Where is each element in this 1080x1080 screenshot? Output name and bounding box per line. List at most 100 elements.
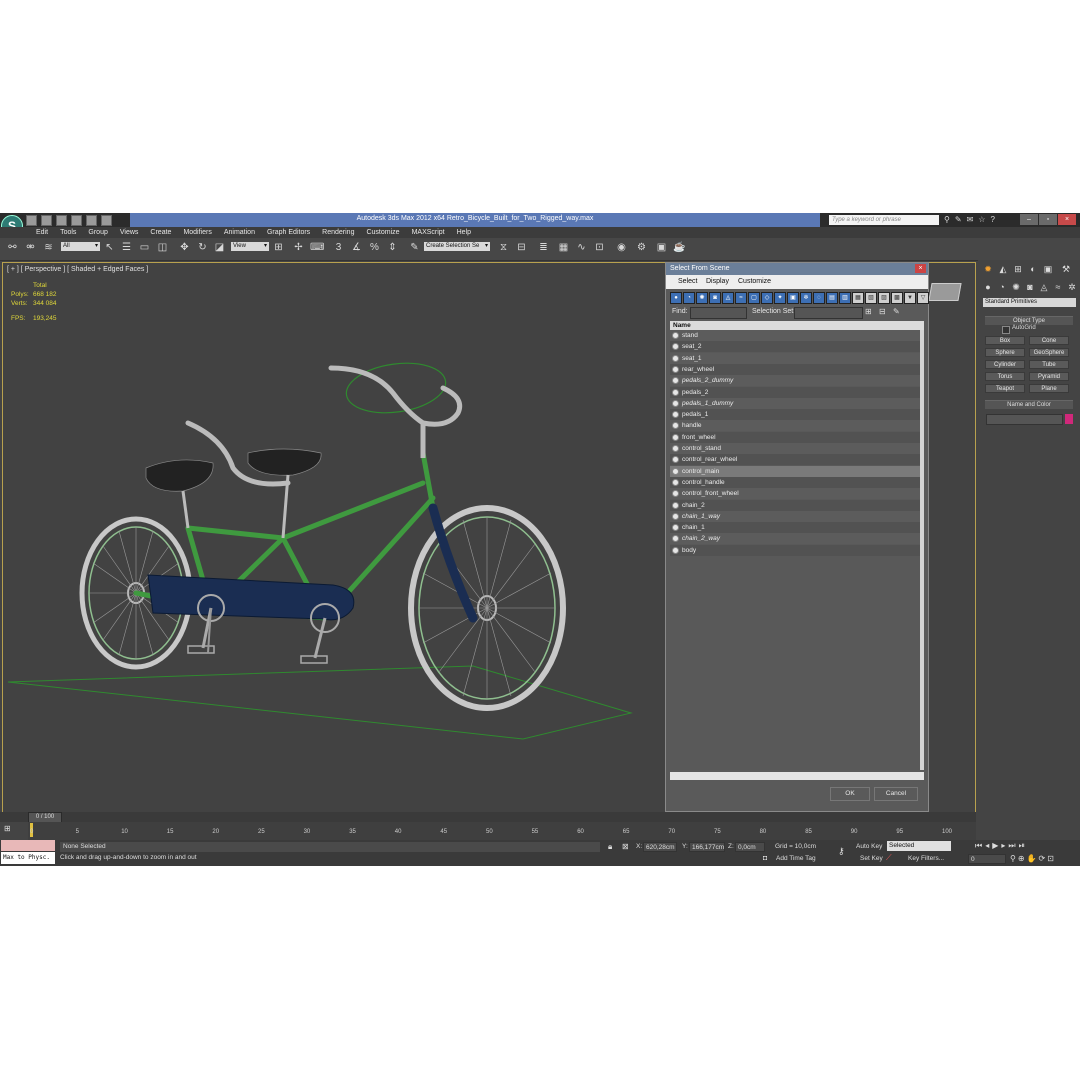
dialog-menu-customize[interactable]: Customize bbox=[738, 278, 771, 285]
current-frame-input[interactable]: 0 bbox=[968, 854, 1006, 864]
bind-space-warp-icon[interactable]: ≋ bbox=[42, 241, 55, 254]
horizontal-scrollbar[interactable] bbox=[670, 772, 924, 780]
reference-coordinate-dropdown[interactable]: View bbox=[231, 242, 269, 251]
list-item[interactable]: control_handle bbox=[670, 476, 920, 488]
graphite-ribbon-icon[interactable]: ▦ bbox=[557, 241, 570, 254]
filter-geometry-icon[interactable]: ● bbox=[670, 292, 682, 304]
close-button[interactable]: × bbox=[1058, 214, 1076, 225]
subscription-icon[interactable]: ✎ bbox=[955, 215, 962, 224]
list-item[interactable]: pedals_1 bbox=[670, 409, 920, 421]
filter-shapes-icon[interactable]: ◔ bbox=[683, 292, 695, 304]
named-selection-dropdown[interactable]: Create Selection Se bbox=[424, 242, 490, 251]
list-item[interactable]: front_wheel bbox=[670, 431, 920, 443]
torus-button[interactable]: Torus bbox=[985, 372, 1025, 381]
tube-button[interactable]: Tube bbox=[1029, 360, 1069, 369]
selection-lock-icon[interactable]: 🔒︎ bbox=[608, 842, 612, 852]
menu-modifiers[interactable]: Modifiers bbox=[177, 227, 217, 238]
keyboard-shortcut-icon[interactable]: ⌨ bbox=[310, 241, 324, 254]
menu-customize[interactable]: Customize bbox=[360, 227, 405, 238]
dialog-menu-select[interactable]: Select bbox=[678, 278, 697, 285]
menu-group[interactable]: Group bbox=[82, 227, 113, 238]
snaps-toggle-icon[interactable]: 3 bbox=[332, 241, 345, 254]
play-icon[interactable]: ▶ bbox=[992, 841, 998, 851]
link-icon[interactable]: ⚯ bbox=[6, 241, 19, 254]
menu-views[interactable]: Views bbox=[114, 227, 145, 238]
list-item[interactable]: chain_2 bbox=[670, 499, 920, 511]
zoom-icon[interactable]: ⚲ bbox=[1010, 854, 1016, 863]
filter-none-icon[interactable]: ▥ bbox=[839, 292, 851, 304]
search-input[interactable]: Type a keyword or phrase bbox=[829, 215, 939, 225]
rendered-frame-icon[interactable]: ▣ bbox=[655, 241, 668, 254]
autogrid-checkbox[interactable] bbox=[1002, 326, 1010, 334]
name-and-color-rollout[interactable]: Name and Color bbox=[985, 400, 1073, 409]
unlink-icon[interactable]: ⚮ bbox=[24, 241, 37, 254]
minimize-button[interactable]: – bbox=[1020, 214, 1038, 225]
geosphere-button[interactable]: GeoSphere bbox=[1029, 348, 1069, 357]
search-icon[interactable]: ⚲ bbox=[944, 215, 950, 224]
filter-groups-icon[interactable]: ▢ bbox=[748, 292, 760, 304]
render-setup-icon[interactable]: ⚙ bbox=[635, 241, 648, 254]
rect-selection-icon[interactable]: ▭ bbox=[138, 241, 151, 254]
align-icon[interactable]: ⊟ bbox=[515, 241, 528, 254]
filter-containers-icon[interactable]: ▣ bbox=[787, 292, 799, 304]
edit-named-selection-icon[interactable]: ✎ bbox=[408, 241, 421, 254]
create-tab-icon[interactable]: ✹ bbox=[982, 263, 994, 275]
help-icon[interactable]: ? bbox=[990, 215, 994, 224]
selection-set-dropdown[interactable] bbox=[794, 307, 863, 319]
pyramid-button[interactable]: Pyramid bbox=[1029, 372, 1069, 381]
percent-snap-icon[interactable]: % bbox=[368, 241, 381, 254]
display-children-icon[interactable]: ▩ bbox=[891, 292, 903, 304]
systems-icon[interactable]: ✲ bbox=[1066, 281, 1078, 293]
hierarchy-tab-icon[interactable]: ⊞ bbox=[1012, 263, 1024, 275]
name-column-header[interactable]: Name bbox=[670, 321, 924, 330]
geometry-icon[interactable]: ● bbox=[982, 281, 994, 293]
list-item[interactable]: handle bbox=[670, 420, 920, 432]
cone-button[interactable]: Cone bbox=[1029, 336, 1069, 345]
window-crossing-icon[interactable]: ◫ bbox=[156, 241, 169, 254]
select-all-icon[interactable]: ▦ bbox=[852, 292, 864, 304]
cylinder-button[interactable]: Cylinder bbox=[985, 360, 1025, 369]
y-coordinate[interactable]: 166,177cm bbox=[689, 842, 725, 852]
menu-create[interactable]: Create bbox=[144, 227, 177, 238]
set-key-slash-icon[interactable]: ⟋ bbox=[886, 853, 900, 863]
list-item[interactable]: rear_wheel bbox=[670, 363, 920, 375]
scale-icon[interactable]: ◪ bbox=[213, 241, 226, 254]
ok-button[interactable]: OK bbox=[830, 787, 870, 801]
list-item[interactable]: pedals_1_dummy bbox=[670, 397, 920, 409]
selection-set-remove-icon[interactable]: ⊟ bbox=[879, 307, 889, 317]
motion-tab-icon[interactable]: ◐ bbox=[1027, 263, 1039, 275]
find-input[interactable] bbox=[690, 307, 747, 319]
filter-lights-icon[interactable]: ✺ bbox=[696, 292, 708, 304]
filter-hidden-icon[interactable]: ◌ bbox=[813, 292, 825, 304]
next-frame-icon[interactable]: ▸ bbox=[1001, 841, 1005, 851]
auto-key-button[interactable]: Auto Key bbox=[856, 842, 882, 852]
list-item[interactable]: control_front_wheel bbox=[670, 488, 920, 500]
filter-cameras-icon[interactable]: ◙ bbox=[709, 292, 721, 304]
cameras-icon[interactable]: ◙ bbox=[1024, 281, 1036, 293]
dialog-menu-display[interactable]: Display bbox=[706, 278, 729, 285]
select-invert-icon[interactable]: ▨ bbox=[878, 292, 890, 304]
go-to-start-icon[interactable]: ⏮ bbox=[975, 841, 982, 851]
previous-frame-icon[interactable]: ◂ bbox=[985, 841, 989, 851]
list-item[interactable]: chain_2_way bbox=[670, 533, 920, 545]
angle-snap-icon[interactable]: ∡ bbox=[350, 241, 363, 254]
move-icon[interactable]: ✥ bbox=[178, 241, 191, 254]
selection-set-edit-icon[interactable]: ✎ bbox=[893, 307, 903, 317]
list-item[interactable]: body bbox=[670, 544, 920, 556]
dialog-close-button[interactable]: × bbox=[915, 264, 926, 273]
pan-icon[interactable]: ✋ bbox=[1027, 854, 1037, 863]
open-file-icon[interactable] bbox=[41, 215, 52, 226]
favorites-icon[interactable]: ☆ bbox=[978, 215, 985, 224]
box-button[interactable]: Box bbox=[985, 336, 1025, 345]
maximize-viewport-icon[interactable]: ⊡ bbox=[1047, 854, 1054, 863]
lights-icon[interactable]: ✺ bbox=[1010, 281, 1022, 293]
x-coordinate[interactable]: 620,28cm bbox=[643, 842, 677, 852]
list-item[interactable]: pedals_2 bbox=[670, 386, 920, 398]
undo-icon[interactable] bbox=[71, 215, 82, 226]
filter-spacewarps-icon[interactable]: ≈ bbox=[735, 292, 747, 304]
add-time-tag[interactable]: Add Time Tag bbox=[776, 855, 816, 862]
display-tab-icon[interactable]: ▣ bbox=[1042, 263, 1054, 275]
communication-icon[interactable]: ✉ bbox=[967, 215, 974, 224]
go-to-end-icon[interactable]: ⏭ bbox=[1008, 841, 1015, 851]
key-filters-button[interactable]: Key Filters... bbox=[908, 855, 944, 862]
